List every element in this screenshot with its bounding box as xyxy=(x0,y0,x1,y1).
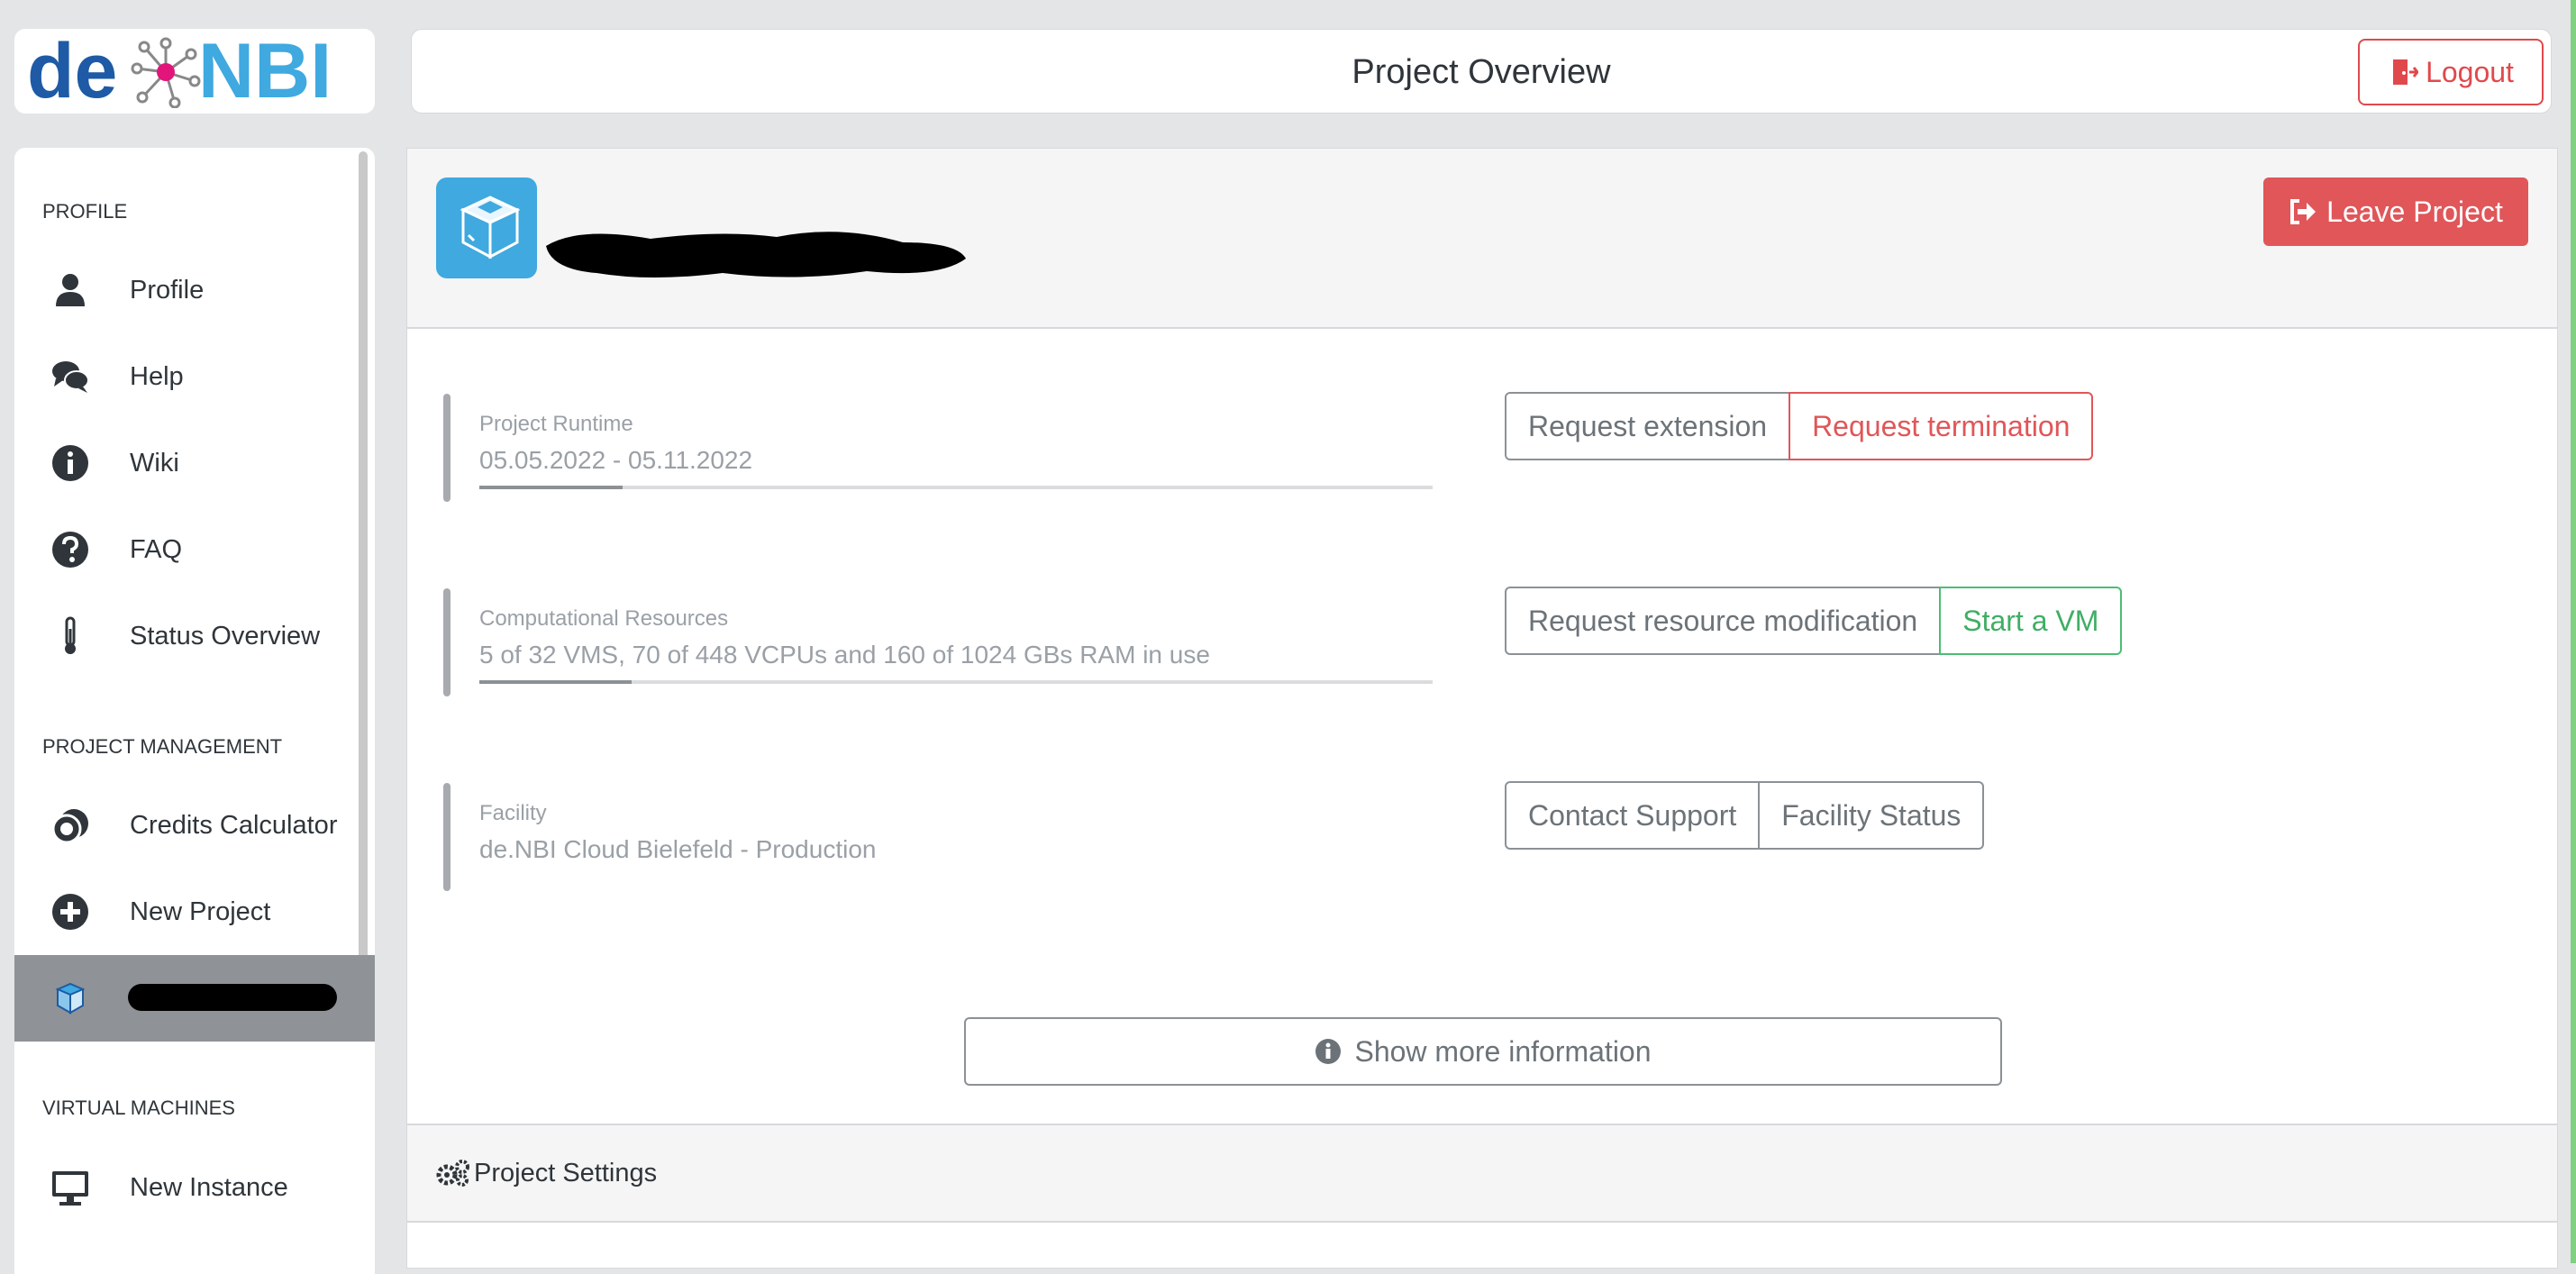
comments-icon xyxy=(52,361,89,393)
project-runtime-block: Project Runtime 05.05.2022 - 05.11.2022 xyxy=(443,394,1433,502)
door-exit-icon xyxy=(2393,59,2419,85)
sidebar-section-profile: PROFILE xyxy=(42,200,128,223)
cube-icon xyxy=(55,982,86,1015)
sidebar-item-wiki[interactable]: Wiki xyxy=(14,420,375,506)
runtime-actions: Request extension Request termination xyxy=(1505,392,2094,460)
callout-bar xyxy=(443,783,451,891)
sidebar-item-new-instance[interactable]: New Instance xyxy=(14,1144,375,1231)
computational-resources-value: 5 of 32 VMS, 70 of 448 VCPUs and 160 of … xyxy=(479,641,1210,669)
contact-support-button[interactable]: Contact Support xyxy=(1505,781,1761,850)
page-title: Project Overview xyxy=(1352,53,1611,91)
project-settings-card: Project Settings xyxy=(406,1124,2558,1269)
request-resource-modification-button[interactable]: Request resource modification xyxy=(1505,587,1942,655)
sidebar-item-label: New Instance xyxy=(130,1172,288,1202)
request-extension-button[interactable]: Request extension xyxy=(1505,392,1791,460)
window-edge xyxy=(2571,0,2576,1263)
redaction-mark xyxy=(128,984,337,1011)
runtime-progress xyxy=(479,486,1433,489)
sidebar-item-new-project[interactable]: New Project xyxy=(14,869,375,955)
start-vm-button[interactable]: Start a VM xyxy=(1939,587,2123,655)
cube-icon xyxy=(460,196,521,259)
sidebar-section-project-management: PROJECT MANAGEMENT xyxy=(42,735,283,758)
logo-text-de: de xyxy=(27,28,118,114)
question-circle-icon xyxy=(52,532,88,568)
sidebar-item-help[interactable]: Help xyxy=(14,333,375,420)
resources-progress xyxy=(479,680,1433,684)
sidebar-item-status-overview[interactable]: Status Overview xyxy=(14,593,375,679)
info-circle-icon xyxy=(52,445,88,481)
resource-actions: Request resource modification Start a VM xyxy=(1505,587,2123,655)
network-logo-icon xyxy=(131,37,201,108)
sidebar-item-label: Credits Calculator xyxy=(130,810,338,840)
facility-value: de.NBI Cloud Bielefeld - Production xyxy=(479,835,877,863)
info-circle-icon xyxy=(1315,1039,1342,1064)
runtime-progress-fill xyxy=(479,486,623,489)
plus-circle-icon xyxy=(52,894,88,930)
request-termination-button[interactable]: Request termination xyxy=(1789,392,2094,460)
callout-bar xyxy=(443,394,451,502)
sidebar-section-virtual-machines: VIRTUAL MACHINES xyxy=(42,1097,235,1119)
project-runtime-label: Project Runtime xyxy=(479,412,633,436)
logout-button[interactable]: Logout xyxy=(2358,39,2544,105)
facility-status-button[interactable]: Facility Status xyxy=(1758,781,1985,850)
cogs-icon xyxy=(436,1160,469,1187)
project-runtime-value: 05.05.2022 - 05.11.2022 xyxy=(479,446,753,474)
computational-resources-label: Computational Resources xyxy=(479,606,729,631)
show-more-information-button[interactable]: Show more information xyxy=(964,1017,2002,1086)
coins-icon xyxy=(51,809,88,844)
sidebar-item-label: Wiki xyxy=(130,448,179,478)
brand-logo[interactable]: de NBI xyxy=(14,29,375,114)
project-settings-header[interactable]: Project Settings xyxy=(407,1125,2557,1223)
sidebar-item-profile[interactable]: Profile xyxy=(14,247,375,333)
redaction-mark xyxy=(546,232,966,278)
facility-block: Facility de.NBI Cloud Bielefeld - Produc… xyxy=(443,783,1425,891)
sidebar: PROFILE Profile Help Wiki FAQ Status Ove… xyxy=(14,148,375,1274)
monitor-icon xyxy=(52,1171,88,1206)
logout-label: Logout xyxy=(2426,55,2514,88)
sidebar-item-current-project[interactable] xyxy=(14,955,375,1042)
leave-project-button[interactable]: Leave Project xyxy=(2263,177,2528,246)
sidebar-item-label: Status Overview xyxy=(130,621,321,651)
logo-text-nbi: NBI xyxy=(198,28,332,114)
project-avatar xyxy=(436,177,537,278)
project-card-header: Leave Project xyxy=(407,149,2557,329)
sidebar-item-label: FAQ xyxy=(130,534,183,564)
facility-label: Facility xyxy=(479,801,547,825)
leave-project-label: Leave Project xyxy=(2326,195,2503,228)
thermometer-icon xyxy=(65,616,76,654)
sidebar-item-label: New Project xyxy=(130,896,271,926)
sidebar-item-label: Help xyxy=(130,361,184,391)
top-header: Project Overview Logout xyxy=(411,29,2552,114)
sidebar-item-faq[interactable]: FAQ xyxy=(14,506,375,593)
facility-actions: Contact Support Facility Status xyxy=(1505,781,1985,850)
user-icon xyxy=(56,274,85,306)
sidebar-item-label: Profile xyxy=(130,275,205,305)
sidebar-item-credits-calculator[interactable]: Credits Calculator xyxy=(14,782,375,869)
show-more-label: Show more information xyxy=(1354,1034,1652,1068)
resources-progress-fill xyxy=(479,680,633,684)
project-overview-card: Leave Project Project Runtime 05.05.2022… xyxy=(406,148,2558,1124)
sign-out-icon xyxy=(2290,199,2317,224)
callout-bar xyxy=(443,588,451,696)
computational-resources-block: Computational Resources 5 of 32 VMS, 70 … xyxy=(443,588,1433,696)
project-settings-title: Project Settings xyxy=(474,1158,658,1188)
